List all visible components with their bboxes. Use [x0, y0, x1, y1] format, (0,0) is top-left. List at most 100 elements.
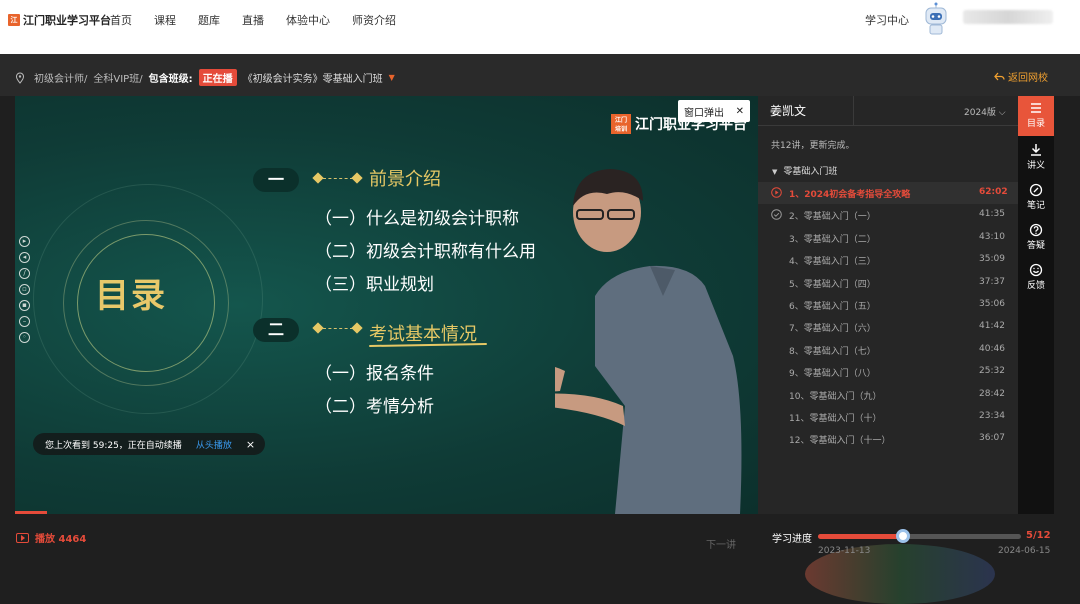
- lesson-row[interactable]: 11、零基础入门（十） 23:34: [758, 406, 1018, 428]
- nav-link-question-bank[interactable]: 题库: [198, 12, 220, 28]
- rail-notes[interactable]: 笔记: [1018, 178, 1054, 218]
- download-icon: [1031, 144, 1041, 156]
- bottom-bar: 播放 4464 下一讲 学习进度 5/12 2023-11-13 2024-06…: [0, 514, 1080, 604]
- minus-icon[interactable]: –: [19, 316, 30, 327]
- check-circle-icon: [771, 209, 782, 221]
- lesson-row[interactable]: 5、零基础入门（四） 37:37: [758, 272, 1018, 294]
- rail-feedback[interactable]: 反馈: [1018, 258, 1054, 298]
- class-label: 包含班级:: [148, 74, 193, 85]
- rewind-icon[interactable]: ◂: [19, 252, 30, 263]
- breadcrumb-item-vip[interactable]: 全科VIP班/: [93, 70, 142, 85]
- lesson-title: 8、零基础入门（七）: [789, 346, 876, 357]
- lesson-panel: 姜凯文 2024版 ⌵ 共12讲，更新完成。 ▼ 零基础入门班 1、2024初会备…: [758, 96, 1018, 514]
- year-selector[interactable]: 2024版 ⌵: [964, 105, 1006, 118]
- breadcrumb: 初级会计师/ 全科VIP班/ 包含班级: 正在播 《初级会计实务》零基础入门班 …: [14, 69, 401, 86]
- nav-link-home[interactable]: 首页: [110, 12, 132, 28]
- play-icon: [16, 532, 29, 543]
- chevron-down-icon[interactable]: ▼: [389, 73, 395, 82]
- start-date: 2023-11-13: [818, 546, 871, 556]
- lesson-row[interactable]: 7、零基础入门（六） 41:42: [758, 316, 1018, 338]
- lesson-row[interactable]: 10、零基础入门（九） 28:42: [758, 384, 1018, 406]
- image-icon[interactable]: ▪: [19, 300, 30, 311]
- lesson-row[interactable]: 9、零基础入门（八） 25:32: [758, 361, 1018, 383]
- group-label: 零基础入门班: [783, 167, 838, 177]
- lesson-group-header[interactable]: ▼ 零基础入门班: [772, 164, 837, 177]
- play-count-label: 播放 4464: [35, 534, 87, 545]
- catalog-title: 目录: [95, 276, 167, 316]
- replay-from-start-link[interactable]: 从头播放: [196, 438, 232, 451]
- location-pin-icon: [15, 71, 25, 84]
- lesson-title: 1、2024初会备考指导全攻略: [789, 190, 911, 200]
- play-circle-icon[interactable]: ▸: [19, 236, 30, 247]
- back-label: 返回网校: [1008, 73, 1048, 84]
- lesson-title: 4、零基础入门（三）: [789, 257, 876, 268]
- note-pen-icon: [1029, 183, 1043, 197]
- study-center-link[interactable]: 学习中心: [865, 12, 909, 28]
- popout-window-button[interactable]: 窗口弹出 ✕: [678, 100, 750, 122]
- play-count: 播放 4464: [16, 530, 86, 545]
- study-progress-label: 学习进度: [772, 534, 812, 545]
- dotted-connector: [323, 178, 353, 179]
- lesson-row[interactable]: 4、零基础入门（三） 35:09: [758, 249, 1018, 271]
- video-player[interactable]: 目录 一 前景介绍 （一）什么是初级会计职称 （二）初级会计职称有什么用 （三）…: [15, 96, 758, 514]
- nav-link-courses[interactable]: 课程: [154, 12, 176, 28]
- lesson-duration: 23:34: [979, 411, 1005, 421]
- lesson-row[interactable]: 12、零基础入门（十一） 36:07: [758, 428, 1018, 450]
- lesson-row[interactable]: 1、2024初会备考指导全攻略 62:02: [758, 182, 1018, 204]
- lesson-row[interactable]: 8、零基础入门（七） 40:46: [758, 339, 1018, 361]
- settings-icon[interactable]: ◦: [19, 332, 30, 343]
- close-toast-icon[interactable]: ×: [246, 438, 255, 451]
- rail-qa[interactable]: 答疑: [1018, 218, 1054, 258]
- lesson-row[interactable]: 3、零基础入门（二） 43:10: [758, 227, 1018, 249]
- lesson-title: 5、零基础入门（四）: [789, 279, 876, 290]
- resume-toast: 您上次看到 59:25，正在自动续播 从头播放 ×: [33, 433, 266, 455]
- close-icon[interactable]: ✕: [736, 106, 744, 117]
- lesson-duration: 35:09: [979, 254, 1005, 265]
- tab-teacher[interactable]: 姜凯文: [758, 96, 854, 126]
- section-number: 一: [253, 168, 299, 192]
- end-date: 2024-06-15: [998, 546, 1051, 556]
- presenter-figure: [555, 169, 742, 514]
- lesson-duration: 43:10: [979, 231, 1005, 242]
- course-selector[interactable]: 《初级会计实务》零基础入门班: [243, 70, 383, 85]
- screenshot-icon[interactable]: ▫: [19, 284, 30, 295]
- lesson-duration: 41:42: [979, 321, 1005, 332]
- lesson-count-info: 共12讲，更新完成。: [771, 141, 855, 151]
- lesson-title: 2、零基础入门（一）: [789, 212, 876, 223]
- lesson-row[interactable]: 6、零基础入门（五） 35:06: [758, 294, 1018, 316]
- logo-mark-icon: 江: [8, 14, 20, 26]
- study-progress-fill: [818, 534, 904, 539]
- breadcrumb-item-accountant[interactable]: 初级会计师/: [34, 70, 87, 85]
- lesson-duration: 36:07: [979, 433, 1005, 444]
- video-tool-strip: ▸ ◂ / ▫ ▪ – ◦: [19, 236, 30, 343]
- outline-item: （二）初级会计职称有什么用: [315, 242, 536, 262]
- rail-catalog[interactable]: 目录: [1018, 96, 1054, 136]
- site-logo[interactable]: 江 江门职业学习平台: [8, 12, 111, 28]
- rail-handout[interactable]: 讲义: [1018, 138, 1054, 178]
- lesson-title: 6、零基础入门（五）: [789, 302, 876, 312]
- live-badge: 正在播: [198, 69, 237, 86]
- next-lesson-button[interactable]: 下一讲: [706, 536, 736, 551]
- robot-avatar-icon[interactable]: [922, 2, 950, 36]
- lesson-title: 9、零基础入门（八）: [789, 369, 876, 380]
- lesson-duration: 40:46: [979, 343, 1005, 354]
- chevron-down-icon: ⌵: [998, 108, 1006, 118]
- lesson-row[interactable]: 2、零基础入门（一） 41:35: [758, 204, 1018, 226]
- lesson-duration: 28:42: [979, 388, 1005, 399]
- lesson-title: 11、零基础入门（十）: [789, 414, 882, 424]
- question-icon: [1029, 223, 1043, 237]
- draw-pen-icon[interactable]: /: [19, 268, 30, 279]
- rail-label: 反馈: [1026, 281, 1045, 291]
- lesson-duration: 41:35: [979, 209, 1005, 220]
- outline-item: （二）考情分析: [315, 397, 434, 417]
- year-label: 2024版: [964, 108, 996, 118]
- lesson-title: 10、零基础入门（九）: [789, 391, 882, 402]
- nav-link-teachers[interactable]: 师资介绍: [352, 12, 396, 28]
- user-name-blurred[interactable]: [963, 10, 1053, 24]
- rail-label: 讲义: [1026, 161, 1045, 171]
- back-to-school-link[interactable]: 返回网校: [994, 69, 1048, 84]
- study-progress-knob[interactable]: [896, 529, 911, 543]
- nav-link-experience[interactable]: 体验中心: [286, 12, 330, 28]
- back-arrow-icon: [994, 72, 1005, 81]
- nav-link-live[interactable]: 直播: [242, 12, 264, 28]
